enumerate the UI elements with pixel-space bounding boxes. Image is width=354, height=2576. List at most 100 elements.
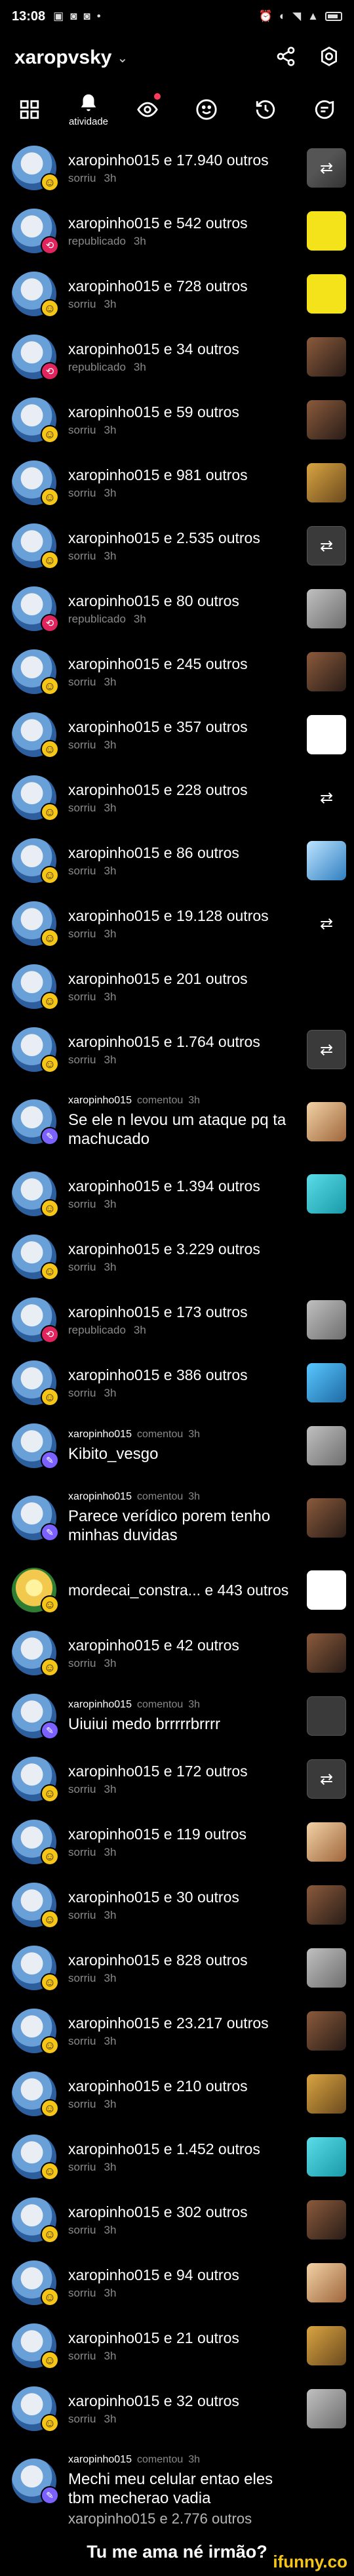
others-count[interactable]: e 80 outros <box>164 592 239 609</box>
activity-row[interactable]: ☺ xaropinho015 e 245 outros sorriu 3h <box>0 640 354 703</box>
repost-thumbnail[interactable]: ⇄ <box>307 904 346 943</box>
activity-row[interactable]: ☺ xaropinho015 e 3.229 outros sorriu 3h <box>0 1225 354 1288</box>
username[interactable]: xaropinho015 <box>68 340 159 358</box>
username[interactable]: xaropinho015 <box>68 718 159 735</box>
tab-comments[interactable] <box>298 87 351 133</box>
activity-row[interactable]: ☺ xaropinho015 e 386 outros sorriu 3h <box>0 1351 354 1414</box>
avatar[interactable]: ☺ <box>12 523 59 569</box>
others-count[interactable]: e 173 outros <box>164 1303 248 1320</box>
avatar[interactable]: ☺ <box>12 712 59 758</box>
avatar[interactable]: ☺ <box>12 1568 59 1614</box>
others-count[interactable]: e 728 outros <box>164 277 248 295</box>
post-thumbnail[interactable] <box>307 2137 346 2177</box>
post-thumbnail[interactable] <box>307 2200 346 2239</box>
post-thumbnail[interactable] <box>307 967 346 1006</box>
post-thumbnail[interactable] <box>307 1237 346 1277</box>
avatar[interactable]: ☺ <box>12 1172 59 1217</box>
tab-history[interactable] <box>239 87 292 133</box>
avatar[interactable]: ✎ <box>12 1694 59 1740</box>
avatar[interactable]: ☺ <box>12 1946 59 1992</box>
avatar[interactable]: ✎ <box>12 2459 59 2504</box>
username[interactable]: xaropinho015 <box>68 152 159 169</box>
post-thumbnail[interactable] <box>307 1822 346 1862</box>
activity-row[interactable]: ☺ xaropinho015 e 201 outros sorriu 3h <box>0 955 354 1018</box>
username[interactable]: xaropinho015 <box>68 1491 132 1502</box>
others-count[interactable]: e 210 outros <box>164 2077 248 2095</box>
avatar[interactable]: ☺ <box>12 1631 59 1677</box>
username[interactable]: mordecai_constra... <box>68 1582 201 1599</box>
username[interactable]: xaropinho015 <box>68 970 159 987</box>
activity-row[interactable]: ☺ xaropinho015 e 1.452 outros sorriu 3h <box>0 2125 354 2188</box>
activity-row[interactable]: ☺ xaropinho015 e 228 outros sorriu 3h ⇄ <box>0 766 354 829</box>
username[interactable]: xaropinho015 <box>68 2203 159 2220</box>
avatar[interactable]: ☺ <box>12 146 59 192</box>
activity-row[interactable]: ☺ xaropinho015 e 210 outros sorriu 3h <box>0 2062 354 2125</box>
others-count[interactable]: e 34 outros <box>164 340 239 358</box>
others-count[interactable]: e 981 outros <box>164 466 248 483</box>
post-thumbnail[interactable] <box>307 1948 346 1988</box>
avatar[interactable]: ☺ <box>12 2009 59 2055</box>
settings-icon[interactable] <box>319 46 340 70</box>
repost-thumbnail[interactable]: ⇄ <box>307 148 346 188</box>
username[interactable]: xaropinho015 <box>68 2329 159 2346</box>
avatar[interactable]: ⟲ <box>12 586 59 632</box>
username[interactable]: xaropinho015 <box>68 592 159 609</box>
activity-row[interactable]: ☺ xaropinho015 e 172 outros sorriu 3h ⇄ <box>0 1748 354 1810</box>
avatar[interactable]: ☺ <box>12 2323 59 2369</box>
activity-row[interactable]: ☺ xaropinho015 e 21 outros sorriu 3h <box>0 2314 354 2377</box>
post-thumbnail[interactable] <box>307 1696 346 1736</box>
post-thumbnail[interactable] <box>307 400 346 440</box>
username[interactable]: xaropinho015 <box>68 1303 159 1320</box>
others-count[interactable]: e 21 outros <box>164 2329 239 2346</box>
others-count[interactable]: e 23.217 outros <box>164 2014 269 2032</box>
tab-grid[interactable] <box>3 87 56 133</box>
activity-row[interactable]: ☺ xaropinho015 e 19.128 outros sorriu 3h ⇄ <box>0 892 354 955</box>
post-thumbnail[interactable] <box>307 211 346 251</box>
others-count[interactable]: e 1.394 outros <box>164 1177 260 1195</box>
username[interactable]: xaropinho015 <box>68 403 159 420</box>
others-count[interactable]: e 94 outros <box>164 2266 239 2283</box>
activity-row[interactable]: ☺ xaropinho015 e 357 outros sorriu 3h <box>0 703 354 766</box>
username[interactable]: xaropinho015 <box>68 907 159 924</box>
post-thumbnail[interactable] <box>307 1633 346 1673</box>
username[interactable]: xaropinho015 <box>68 529 159 546</box>
activity-row[interactable]: ☺ xaropinho015 e 32 outros sorriu 3h <box>0 2377 354 2440</box>
activity-row[interactable]: ☺ xaropinho015 e 1.764 outros sorriu 3h ⇄ <box>0 1018 354 1081</box>
avatar[interactable]: ☺ <box>12 2072 59 2117</box>
post-thumbnail[interactable] <box>307 463 346 502</box>
others-count[interactable]: e 32 outros <box>164 2392 239 2409</box>
username[interactable]: xaropinho015 <box>68 1699 132 1710</box>
comment-row[interactable]: ✎ xaropinho015 comentou 3h Kibito_vesgo <box>0 1414 354 1477</box>
others-count[interactable]: e 228 outros <box>164 781 248 798</box>
post-thumbnail[interactable] <box>307 1102 346 1141</box>
others-count[interactable]: e 17.940 outros <box>164 152 269 169</box>
avatar[interactable]: ⟲ <box>12 1298 59 1343</box>
activity-row[interactable]: ⟲ xaropinho015 e 34 outros republicado 3h <box>0 325 354 388</box>
username[interactable]: xaropinho015 <box>68 466 159 483</box>
others-count[interactable]: e 42 outros <box>164 1637 239 1654</box>
tab-smiles[interactable] <box>180 87 233 133</box>
avatar[interactable]: ☺ <box>12 1235 59 1280</box>
activity-row[interactable]: ☺ xaropinho015 e 17.940 outros sorriu 3h ⇄ <box>0 136 354 199</box>
post-thumbnail[interactable] <box>307 1174 346 1214</box>
avatar[interactable]: ☺ <box>12 1883 59 1929</box>
repost-thumbnail[interactable]: ⇄ <box>307 1759 346 1799</box>
username[interactable]: xaropinho015 <box>68 215 159 232</box>
username[interactable]: xaropinho015 <box>68 1095 132 1106</box>
activity-row[interactable]: ☺ xaropinho015 e 119 outros sorriu 3h <box>0 1810 354 1873</box>
avatar[interactable]: ☺ <box>12 1820 59 1866</box>
chevron-down-icon[interactable]: ⌄ <box>117 50 128 66</box>
tab-views[interactable] <box>121 87 174 133</box>
username[interactable]: xaropinho015 <box>68 2392 159 2409</box>
avatar[interactable]: ☺ <box>12 901 59 947</box>
avatar[interactable]: ☺ <box>12 2135 59 2180</box>
post-thumbnail[interactable] <box>307 1498 346 1538</box>
username[interactable]: xaropinho015 <box>68 2454 132 2465</box>
post-thumbnail[interactable] <box>307 2461 346 2501</box>
activity-row[interactable]: ☺ xaropinho015 e 42 outros sorriu 3h <box>0 1622 354 1685</box>
repost-thumbnail[interactable]: ⇄ <box>307 1030 346 1069</box>
username[interactable]: xaropinho015 <box>68 1366 159 1383</box>
avatar[interactable]: ✎ <box>12 1099 59 1145</box>
post-thumbnail[interactable] <box>307 2389 346 2428</box>
avatar[interactable]: ☺ <box>12 460 59 506</box>
